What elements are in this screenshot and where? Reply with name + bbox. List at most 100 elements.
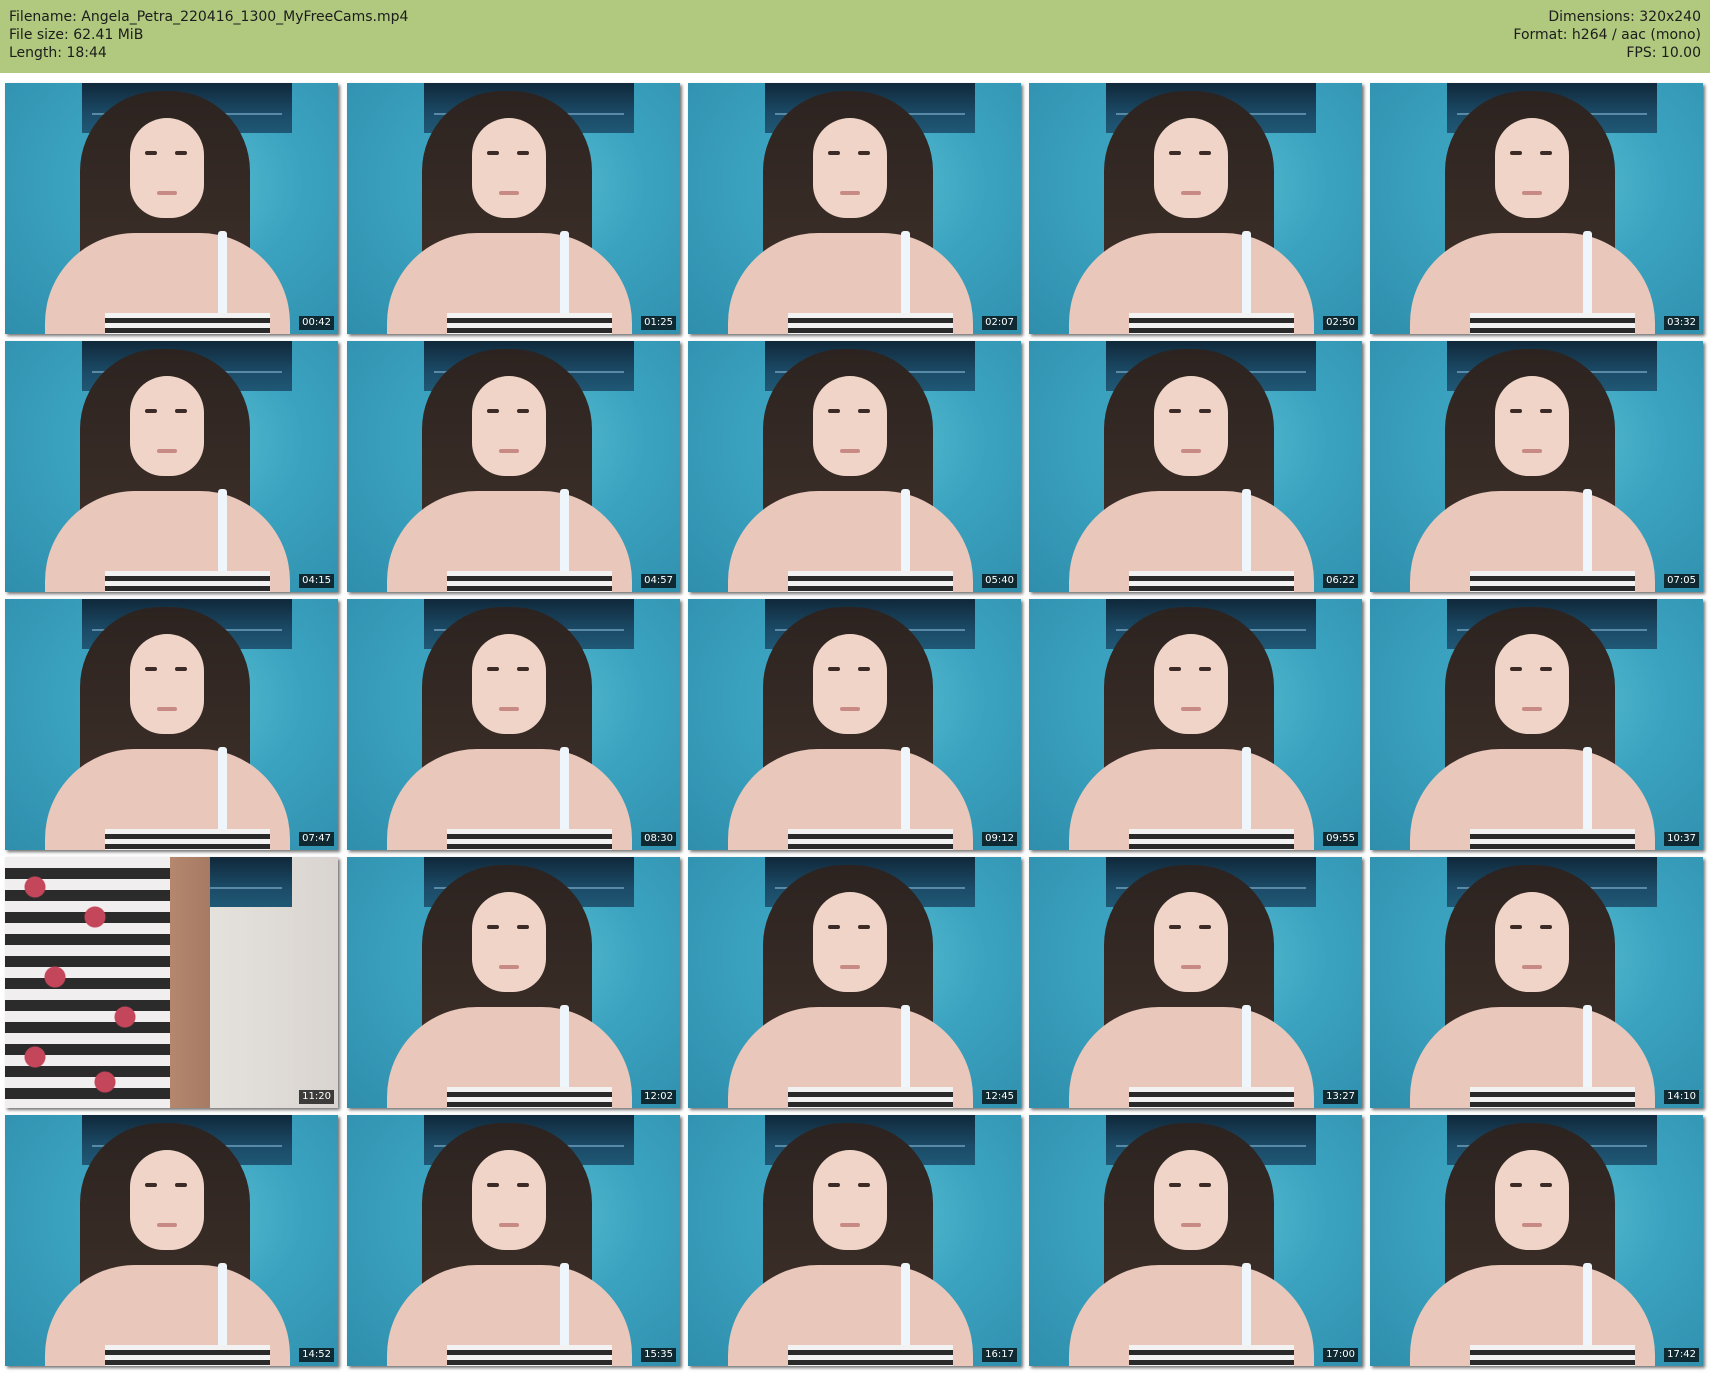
striped-top-shape xyxy=(1129,829,1294,850)
face-shape xyxy=(1495,118,1569,218)
mouth-shape xyxy=(1181,191,1201,195)
face-shape xyxy=(1154,892,1228,992)
left-eye-shape xyxy=(487,667,499,671)
thumbnail-frame: 04:57 xyxy=(347,341,680,592)
mouth-shape xyxy=(1181,707,1201,711)
thumbnail-frame: 14:10 xyxy=(1370,857,1703,1108)
timestamp-label: 06:22 xyxy=(1323,574,1358,588)
face-shape xyxy=(1495,892,1569,992)
left-eye-shape xyxy=(145,667,157,671)
left-eye-shape xyxy=(828,925,840,929)
left-eye-shape xyxy=(1169,151,1181,155)
face-shape xyxy=(813,1150,887,1250)
mouth-shape xyxy=(1181,1223,1201,1227)
face-shape xyxy=(130,376,204,476)
left-eye-shape xyxy=(487,925,499,929)
top-strap-shape xyxy=(560,231,569,316)
mouth-shape xyxy=(1522,965,1542,969)
left-eye-shape xyxy=(487,1183,499,1187)
right-eye-shape xyxy=(517,667,529,671)
right-eye-shape xyxy=(1199,151,1211,155)
left-eye-shape xyxy=(1510,925,1522,929)
top-strap-shape xyxy=(901,231,910,316)
thumbnail-frame: 02:07 xyxy=(688,83,1021,334)
face-shape xyxy=(472,118,546,218)
top-strap-shape xyxy=(1583,231,1592,316)
timestamp-label: 00:42 xyxy=(299,316,334,330)
fps-text: FPS: 10.00 xyxy=(1626,45,1701,61)
striped-top-shape xyxy=(1470,1087,1635,1108)
striped-top-shape xyxy=(788,1087,953,1108)
timestamp-label: 05:40 xyxy=(982,574,1017,588)
right-eye-shape xyxy=(1199,667,1211,671)
mouth-shape xyxy=(157,707,177,711)
top-strap-shape xyxy=(901,1263,910,1348)
thumbnail-frame: 09:55 xyxy=(1029,599,1362,850)
timestamp-label: 04:57 xyxy=(641,574,676,588)
mouth-shape xyxy=(499,965,519,969)
mouth-shape xyxy=(1522,449,1542,453)
metadata-right: Dimensions: 320x240 Format: h264 / aac (… xyxy=(1513,8,1701,62)
thumbnail-frame: 05:40 xyxy=(688,341,1021,592)
striped-top-shape xyxy=(1129,1345,1294,1366)
timestamp-label: 17:00 xyxy=(1323,1348,1358,1362)
timestamp-label: 02:50 xyxy=(1323,316,1358,330)
top-strap-shape xyxy=(560,489,569,574)
right-eye-shape xyxy=(1540,151,1552,155)
right-eye-shape xyxy=(175,1183,187,1187)
left-eye-shape xyxy=(1169,925,1181,929)
top-strap-shape xyxy=(901,747,910,832)
thumbnail-frame: 10:37 xyxy=(1370,599,1703,850)
thumbnail-frame: 13:27 xyxy=(1029,857,1362,1108)
left-eye-shape xyxy=(1169,409,1181,413)
top-strap-shape xyxy=(218,489,227,574)
striped-top-shape xyxy=(1470,829,1635,850)
timestamp-label: 09:12 xyxy=(982,832,1017,846)
face-shape xyxy=(1154,118,1228,218)
striped-top-shape xyxy=(1129,571,1294,592)
top-strap-shape xyxy=(560,1005,569,1090)
mouth-shape xyxy=(1522,707,1542,711)
timestamp-label: 16:17 xyxy=(982,1348,1017,1362)
left-eye-shape xyxy=(828,409,840,413)
face-shape xyxy=(472,892,546,992)
left-eye-shape xyxy=(145,1183,157,1187)
mouth-shape xyxy=(840,1223,860,1227)
mouth-shape xyxy=(157,449,177,453)
left-eye-shape xyxy=(1510,409,1522,413)
right-eye-shape xyxy=(1199,1183,1211,1187)
top-strap-shape xyxy=(901,489,910,574)
thumbnail-frame: 12:45 xyxy=(688,857,1021,1108)
left-eye-shape xyxy=(145,151,157,155)
top-strap-shape xyxy=(1583,1263,1592,1348)
mouth-shape xyxy=(1522,1223,1542,1227)
thumbnail-frame: 07:05 xyxy=(1370,341,1703,592)
top-strap-shape xyxy=(218,231,227,316)
mouth-shape xyxy=(499,191,519,195)
thumbnail-frame: 07:47 xyxy=(5,599,338,850)
right-eye-shape xyxy=(175,151,187,155)
face-shape xyxy=(1154,634,1228,734)
top-strap-shape xyxy=(1242,489,1251,574)
top-strap-shape xyxy=(1583,1005,1592,1090)
striped-top-shape xyxy=(447,571,612,592)
right-eye-shape xyxy=(1540,925,1552,929)
face-shape xyxy=(813,118,887,218)
left-eye-shape xyxy=(1510,151,1522,155)
top-strap-shape xyxy=(560,1263,569,1348)
top-strap-shape xyxy=(901,1005,910,1090)
face-shape xyxy=(1495,376,1569,476)
rose-pattern-shape xyxy=(5,857,170,1108)
right-eye-shape xyxy=(1199,409,1211,413)
thumbnail-frame: 02:50 xyxy=(1029,83,1362,334)
thumbnail-frame: 14:52 xyxy=(5,1115,338,1366)
right-eye-shape xyxy=(517,409,529,413)
right-eye-shape xyxy=(1540,409,1552,413)
face-shape xyxy=(130,1150,204,1250)
timestamp-label: 13:27 xyxy=(1323,1090,1358,1104)
left-eye-shape xyxy=(487,151,499,155)
striped-top-shape xyxy=(1470,1345,1635,1366)
striped-top-shape xyxy=(447,313,612,334)
thumbnail-frame: 12:02 xyxy=(347,857,680,1108)
timestamp-label: 04:15 xyxy=(299,574,334,588)
